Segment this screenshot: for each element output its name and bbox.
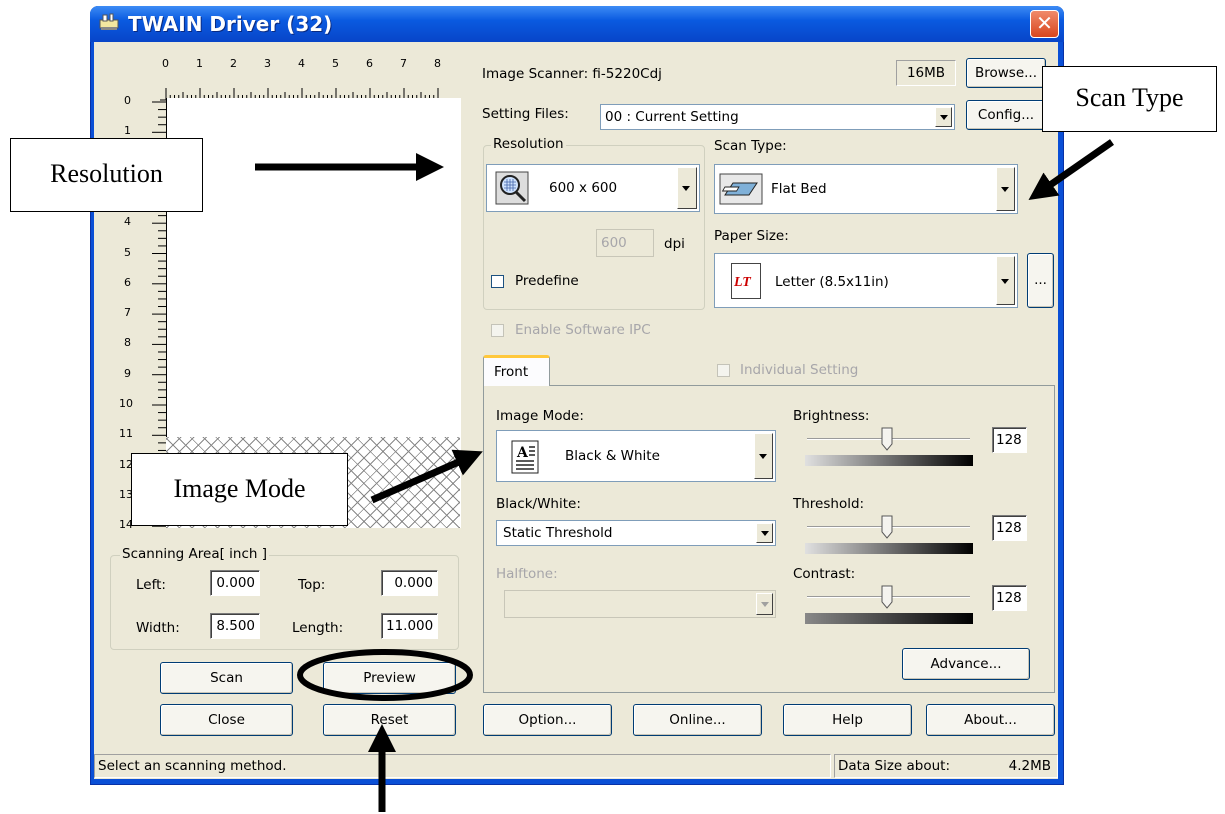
annotation-arrows: [255, 139, 1114, 812]
arrow-scan-type: [1028, 139, 1114, 200]
arrow-image-mode: [370, 449, 483, 504]
preview-highlight-circle: [297, 649, 473, 701]
